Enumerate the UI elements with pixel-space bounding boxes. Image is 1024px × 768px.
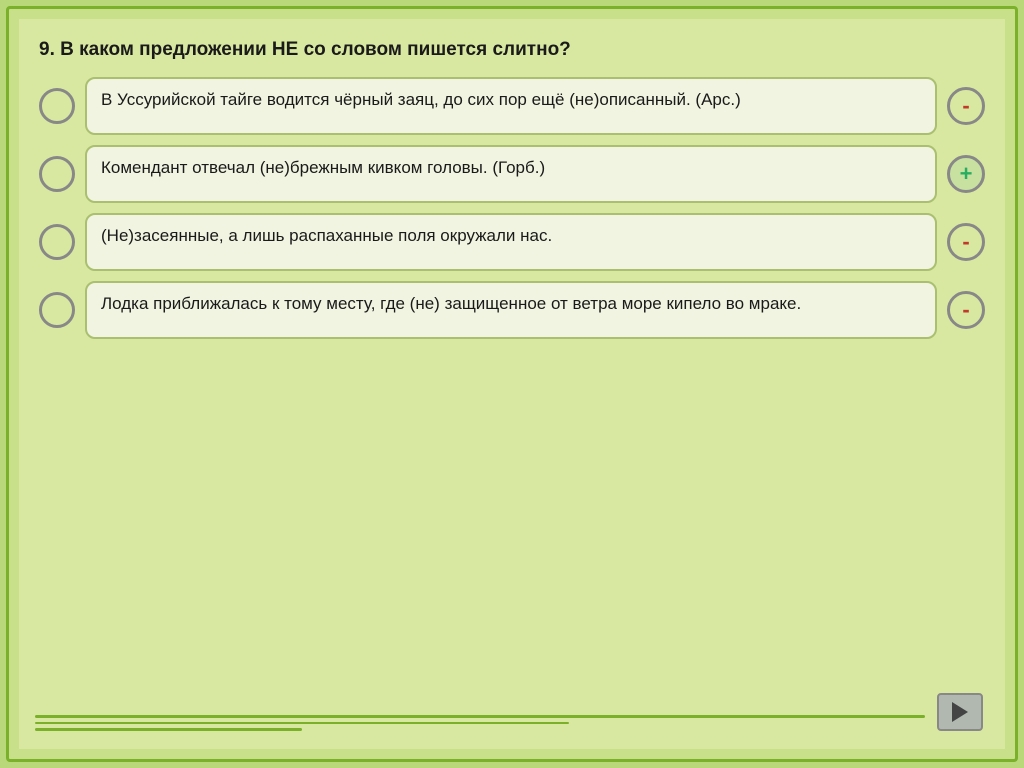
radio-4[interactable]: [39, 292, 75, 328]
answer-row-3: (Не)засеянные, а лишь распаханные поля о…: [39, 213, 985, 271]
bottom-line-2: [35, 722, 569, 725]
answer-row-4: Лодка приближалась к тому месту, где (не…: [39, 281, 985, 339]
answer-row-1: В Уссурийской тайге водится чёрный заяц,…: [39, 77, 985, 135]
answer-box-3[interactable]: (Не)засеянные, а лишь распаханные поля о…: [85, 213, 937, 271]
radio-3[interactable]: [39, 224, 75, 260]
sign-4: -: [947, 291, 985, 329]
bottom-line-1: [35, 715, 925, 718]
radio-2[interactable]: [39, 156, 75, 192]
sign-3: -: [947, 223, 985, 261]
bottom-line-3: [35, 728, 302, 731]
sign-1: -: [947, 87, 985, 125]
answer-box-2[interactable]: Комендант отвечал (не)брежным кивком гол…: [85, 145, 937, 203]
answer-box-4[interactable]: Лодка приближалась к тому месту, где (не…: [85, 281, 937, 339]
question-text: 9. В каком предложении НЕ со словом пише…: [39, 37, 985, 63]
bottom-lines: [35, 715, 925, 731]
inner-area: 9. В каком предложении НЕ со словом пише…: [19, 19, 1005, 749]
answer-row-2: Комендант отвечал (не)брежным кивком гол…: [39, 145, 985, 203]
radio-1[interactable]: [39, 88, 75, 124]
next-button[interactable]: [937, 693, 983, 731]
outer-border: 9. В каком предложении НЕ со словом пише…: [6, 6, 1018, 762]
sign-2: +: [947, 155, 985, 193]
answer-box-1[interactable]: В Уссурийской тайге водится чёрный заяц,…: [85, 77, 937, 135]
